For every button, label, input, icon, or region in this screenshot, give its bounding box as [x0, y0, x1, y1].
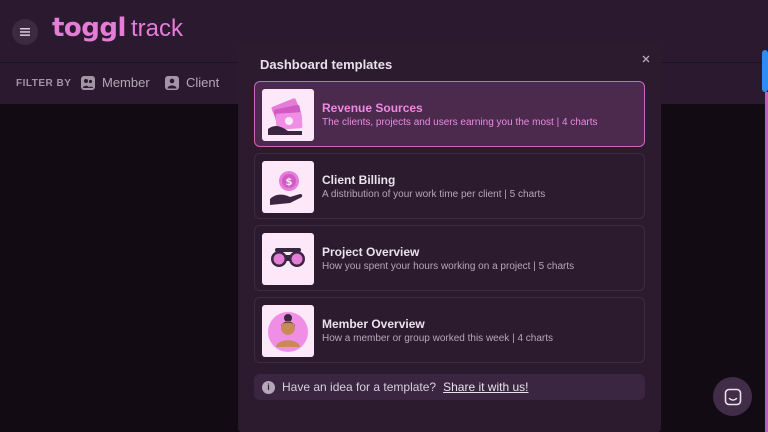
template-title: Client Billing: [322, 173, 396, 187]
idea-text: Have an idea for a template?: [282, 380, 437, 394]
filter-member[interactable]: Member: [81, 75, 150, 90]
toggl-track-logo[interactable]: toggl track: [52, 13, 183, 43]
logo-subword: track: [130, 15, 183, 42]
close-icon: [642, 55, 650, 63]
template-description: A distribution of your work time per cli…: [322, 189, 546, 200]
person-avatar-illustration: [262, 305, 314, 357]
template-title: Project Overview: [322, 245, 420, 259]
template-card-project-overview[interactable]: Project Overview How you spent your hour…: [254, 225, 645, 291]
template-title: Revenue Sources: [322, 101, 423, 115]
template-card-client-billing[interactable]: $ Client Billing A distribution of your …: [254, 153, 645, 219]
dashboard-templates-modal: Dashboard templates Revenue Sources The …: [238, 43, 661, 432]
template-card-revenue-sources[interactable]: Revenue Sources The clients, projects an…: [254, 81, 645, 147]
template-description: The clients, projects and users earning …: [322, 117, 598, 128]
filter-member-label: Member: [102, 75, 150, 90]
client-icon: [165, 75, 179, 90]
filter-client[interactable]: Client: [165, 75, 219, 90]
filter-client-label: Client: [186, 75, 220, 90]
info-icon: i: [262, 380, 275, 394]
modal-title: Dashboard templates: [260, 57, 393, 72]
hamburger-menu-button[interactable]: [12, 19, 38, 45]
hamburger-icon: [20, 28, 30, 36]
member-icon: [81, 75, 95, 90]
template-title: Member Overview: [322, 317, 425, 331]
template-description: How you spent your hours working on a pr…: [322, 261, 575, 272]
share-idea-link[interactable]: Share it with us!: [443, 380, 528, 394]
binoculars-illustration: [262, 233, 314, 285]
chat-icon: [724, 388, 741, 405]
filter-by-label: FILTER BY: [16, 78, 72, 89]
template-description: How a member or group worked this week |…: [322, 333, 554, 344]
svg-text:$: $: [286, 177, 293, 188]
scrollbar-thumb[interactable]: [762, 50, 768, 92]
money-stack-illustration: [262, 89, 314, 141]
logo-word: toggl: [52, 13, 126, 43]
template-card-member-overview[interactable]: Member Overview How a member or group wo…: [254, 297, 645, 363]
close-button[interactable]: [640, 54, 652, 66]
chat-launcher-button[interactable]: [713, 377, 752, 416]
coin-in-hand-illustration: $: [262, 161, 314, 213]
template-idea-banner: i Have an idea for a template? Share it …: [254, 374, 645, 400]
